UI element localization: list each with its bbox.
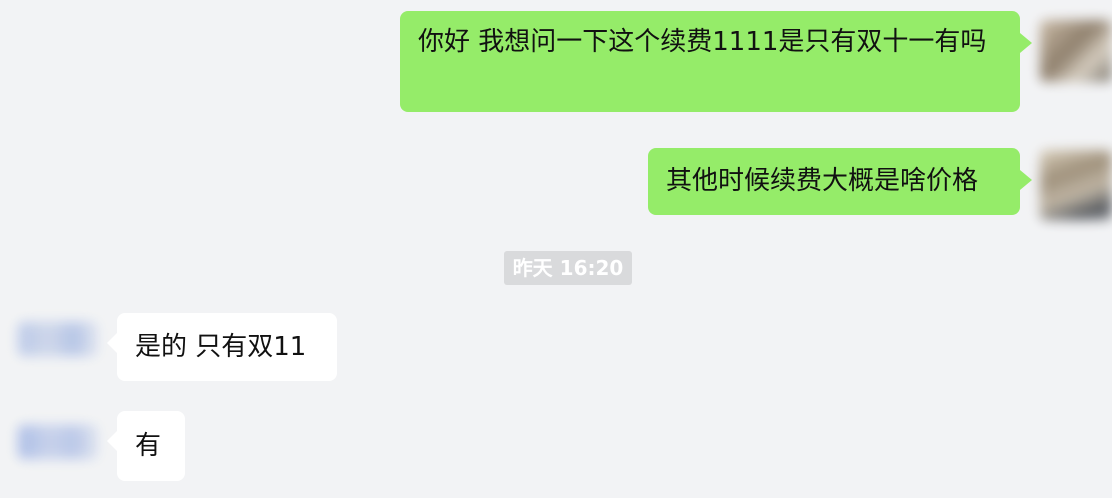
message-timestamp: 昨天 16:20 bbox=[504, 251, 632, 285]
message-bubble-incoming[interactable]: 有 bbox=[107, 411, 185, 481]
message-bubble-outgoing[interactable]: 你好 我想问一下这个续费1111是只有双十一有吗 bbox=[400, 11, 1032, 112]
self-avatar[interactable] bbox=[1040, 20, 1112, 82]
message-text: 有 bbox=[135, 431, 162, 461]
message-text: 其他时候续费大概是啥价格 bbox=[666, 166, 979, 196]
message-bubble-outgoing[interactable]: 其他时候续费大概是啥价格 bbox=[648, 148, 1032, 215]
message-text: 你好 我想问一下这个续费1111是只有双十一有吗 bbox=[418, 27, 987, 57]
chat-window: 你好 我想问一下这个续费1111是只有双十一有吗 其他时候续费大概是啥价格 昨天… bbox=[0, 0, 1112, 498]
self-avatar[interactable] bbox=[1040, 150, 1112, 220]
message-bubble-incoming[interactable]: 是的 只有双11 bbox=[107, 313, 337, 381]
message-text: 是的 只有双11 bbox=[135, 332, 307, 362]
contact-avatar[interactable] bbox=[18, 322, 98, 356]
contact-avatar[interactable] bbox=[18, 425, 98, 459]
